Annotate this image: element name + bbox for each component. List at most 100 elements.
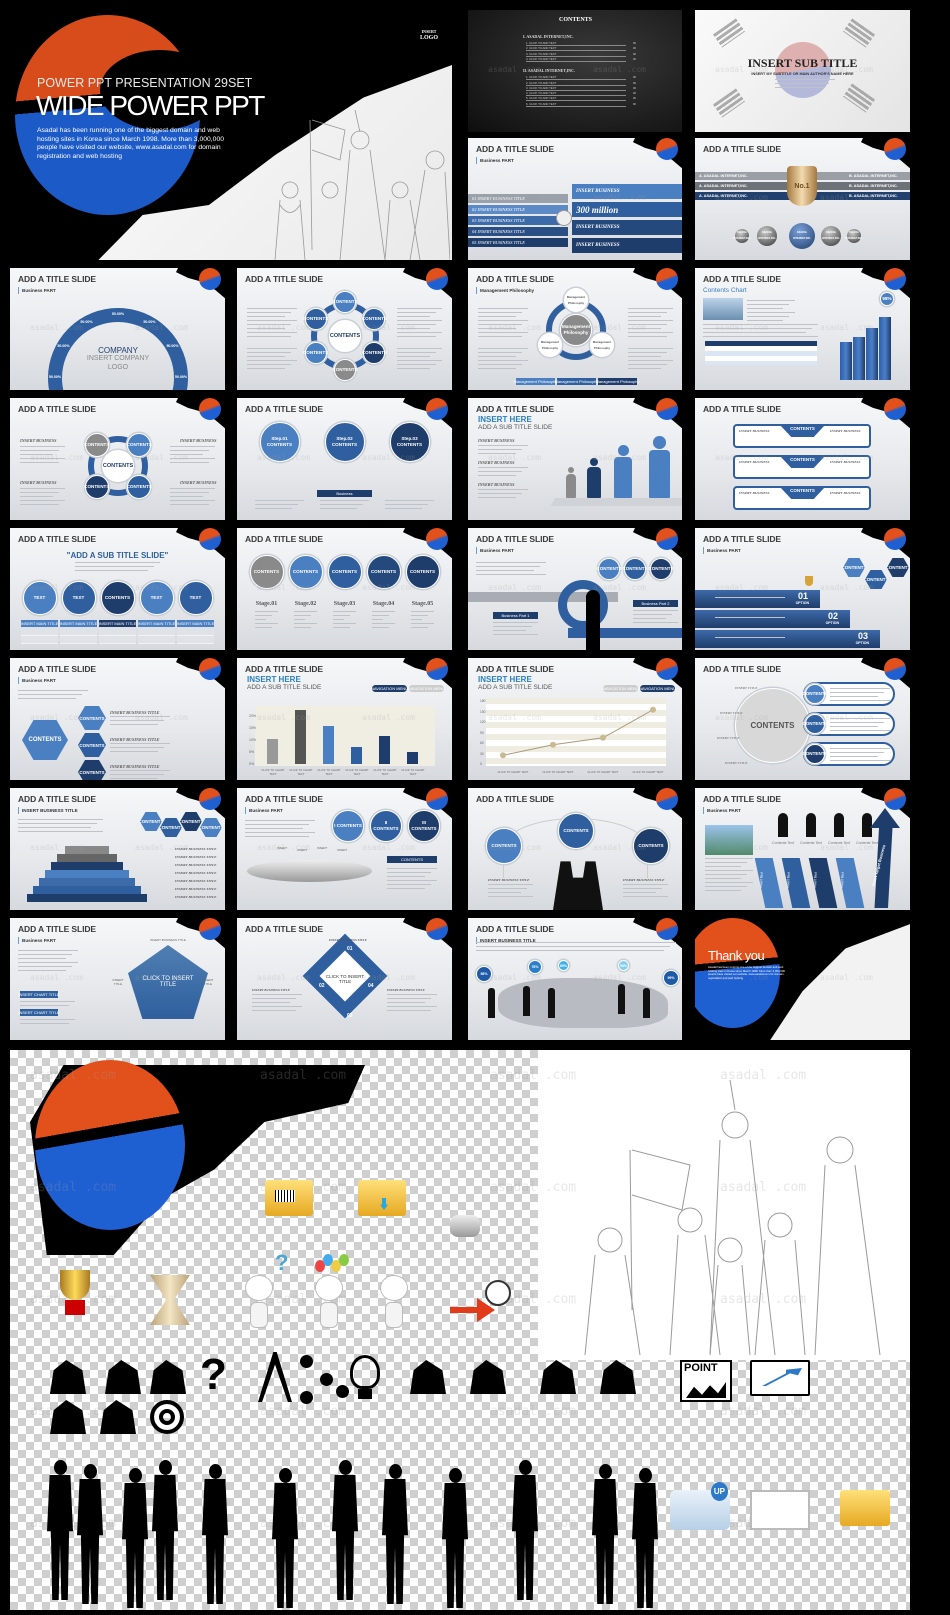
body-text-line (715, 597, 785, 598)
circle-label: CONTENTS (302, 350, 329, 355)
callout-band: INSERT BUSINESS (572, 184, 682, 199)
body-text-line (294, 627, 311, 628)
business-part-tag: Business Part 1 (493, 612, 538, 619)
robot-laptop-icon (380, 1275, 408, 1301)
pyramid-layer (27, 894, 147, 902)
data-point (600, 734, 606, 741)
person-silhouette-icon (862, 813, 872, 837)
y-tick: 15% (249, 726, 257, 730)
body-text-line (255, 500, 304, 501)
taegeuk-icon (884, 528, 906, 550)
body-text-line (20, 500, 65, 501)
center-circle: CONTENTS (329, 320, 361, 352)
body-text-line (411, 611, 434, 612)
taegeuk-icon (426, 918, 448, 940)
content-circle: CONTENTS (558, 813, 594, 849)
content-circle: CONTENTS (84, 432, 109, 457)
chart-board-graphic (750, 1490, 810, 1530)
circle-label: TEXT (189, 595, 202, 600)
content-circle: CONTENTS (303, 308, 328, 330)
body-text-line (628, 308, 673, 309)
slide-thumbnail: ADD A TITLE SLIDE Step.01 CONTENTS Step.02… (237, 398, 452, 520)
y-tick: 20% (249, 714, 257, 718)
slide-title: ADD A TITLE SLIDE (476, 924, 554, 934)
person-silhouette-icon (523, 986, 530, 1016)
contents-text-label: Contents Text (856, 841, 878, 845)
subheading: ADD A SUB TITLE SLIDE (478, 424, 553, 431)
body-text-line (705, 890, 741, 891)
body-text-line (775, 83, 829, 84)
body-text-line (20, 458, 65, 459)
contents-item: 1. CLICK TO ADD TEXT 00 (526, 75, 636, 81)
circle-label: 58% (620, 963, 628, 968)
taegeuk-icon (884, 138, 906, 160)
stage-caption: Stage.04 (372, 601, 395, 607)
body-text-line (247, 324, 291, 325)
body-text-line (247, 316, 285, 317)
content-circle: CONTENTS (648, 558, 674, 580)
slide-thumbnail: ADD A TITLE SLIDE Business PART 01 OPTION 02… (695, 528, 910, 650)
body-text-line (633, 622, 678, 623)
body-text-line (170, 450, 209, 451)
body-text-line (397, 332, 442, 333)
caption: INSERT BUSINESS (180, 438, 217, 443)
item-text: 3. CLICK TO ADD TEXT (526, 85, 557, 90)
slide-thumbnail: ADD A TITLE SLIDE CONTENTS INSERT TITLE INS… (695, 658, 910, 780)
businessman-silhouette-icon (510, 1460, 540, 1600)
content-circle: CONTENTS (405, 555, 440, 589)
caption: INSERT BUSINESS TITLE (175, 879, 217, 883)
heading: INSERT HERE (478, 415, 532, 424)
insert-label: INSERT (337, 848, 348, 852)
slide-subtitle: Management Philosophy (476, 287, 534, 294)
body-text-line (75, 566, 154, 567)
body-text-line (372, 623, 395, 624)
content-hex: CONTENTS (180, 812, 202, 831)
caption: INSERT BUSINESS TITLE (329, 938, 367, 942)
content-hex: CONTENTS (865, 570, 887, 589)
slide-subtitle: Business PART (703, 807, 741, 814)
body-text-line (478, 332, 528, 333)
insert-label: INSERT (277, 846, 288, 850)
circle-label: CONTENTS (802, 751, 828, 756)
body-text-line (478, 445, 528, 446)
taegeuk-icon (199, 528, 221, 550)
person-silhouette-icon (643, 988, 650, 1018)
slide-subtitle: Business PART (703, 547, 741, 554)
body-text-line (170, 454, 203, 455)
body-text-line (628, 368, 661, 369)
taegeuk-icon (199, 918, 221, 940)
zigzag-bar: Insert Text (835, 858, 865, 908)
content-circle: CONTENTS (249, 555, 284, 589)
caption: INSERT BUSINESS TITLE (110, 764, 160, 769)
hero-body: Asadal has been running one of the bigge… (37, 127, 225, 160)
slide-title: ADD A TITLE SLIDE (703, 664, 781, 674)
business-part-tag: Business Part 2 (633, 600, 678, 607)
item-page: 00 (632, 41, 636, 45)
body-text-line (830, 756, 878, 757)
molecule-icon (320, 1373, 333, 1386)
trigram-icon (712, 18, 746, 48)
body-text-line (110, 716, 170, 717)
silhouette-head (449, 1468, 462, 1483)
content-banner: CONTENTS INSERT BUSINESS INSERT BUSINESS (733, 455, 871, 479)
slide-title: ADD A TITLE SLIDE (245, 534, 323, 544)
caption: INSERT BUSINESS (830, 429, 861, 433)
businessman-silhouette-icon (380, 1464, 410, 1604)
content-circle: CONTENTS (622, 558, 648, 580)
body-text-line (320, 504, 363, 505)
item-text: 4. CLICK TO ADD TEXT (526, 56, 557, 61)
circle-label: CONTENTS (750, 720, 795, 730)
band-left-label: A. ASADAL INTERNET,INC. (699, 184, 748, 188)
legend-label: CLICK TO CHART TEXT (587, 770, 619, 774)
body-text-line (247, 348, 297, 349)
body-text-line (493, 634, 538, 635)
slide-title: ADD A TITLE SLIDE (18, 404, 96, 414)
contents-item: 2. CLICK TO ADD TEXT 00 (526, 81, 636, 86)
watermark-text: asadal .com (593, 65, 646, 74)
content-circle: CONTENTS (332, 291, 358, 313)
body-text-line (628, 332, 673, 333)
trigram-icon (712, 88, 746, 118)
item-page: 00 (632, 96, 636, 101)
body-text-line (110, 720, 164, 721)
body-text-line (294, 611, 317, 612)
